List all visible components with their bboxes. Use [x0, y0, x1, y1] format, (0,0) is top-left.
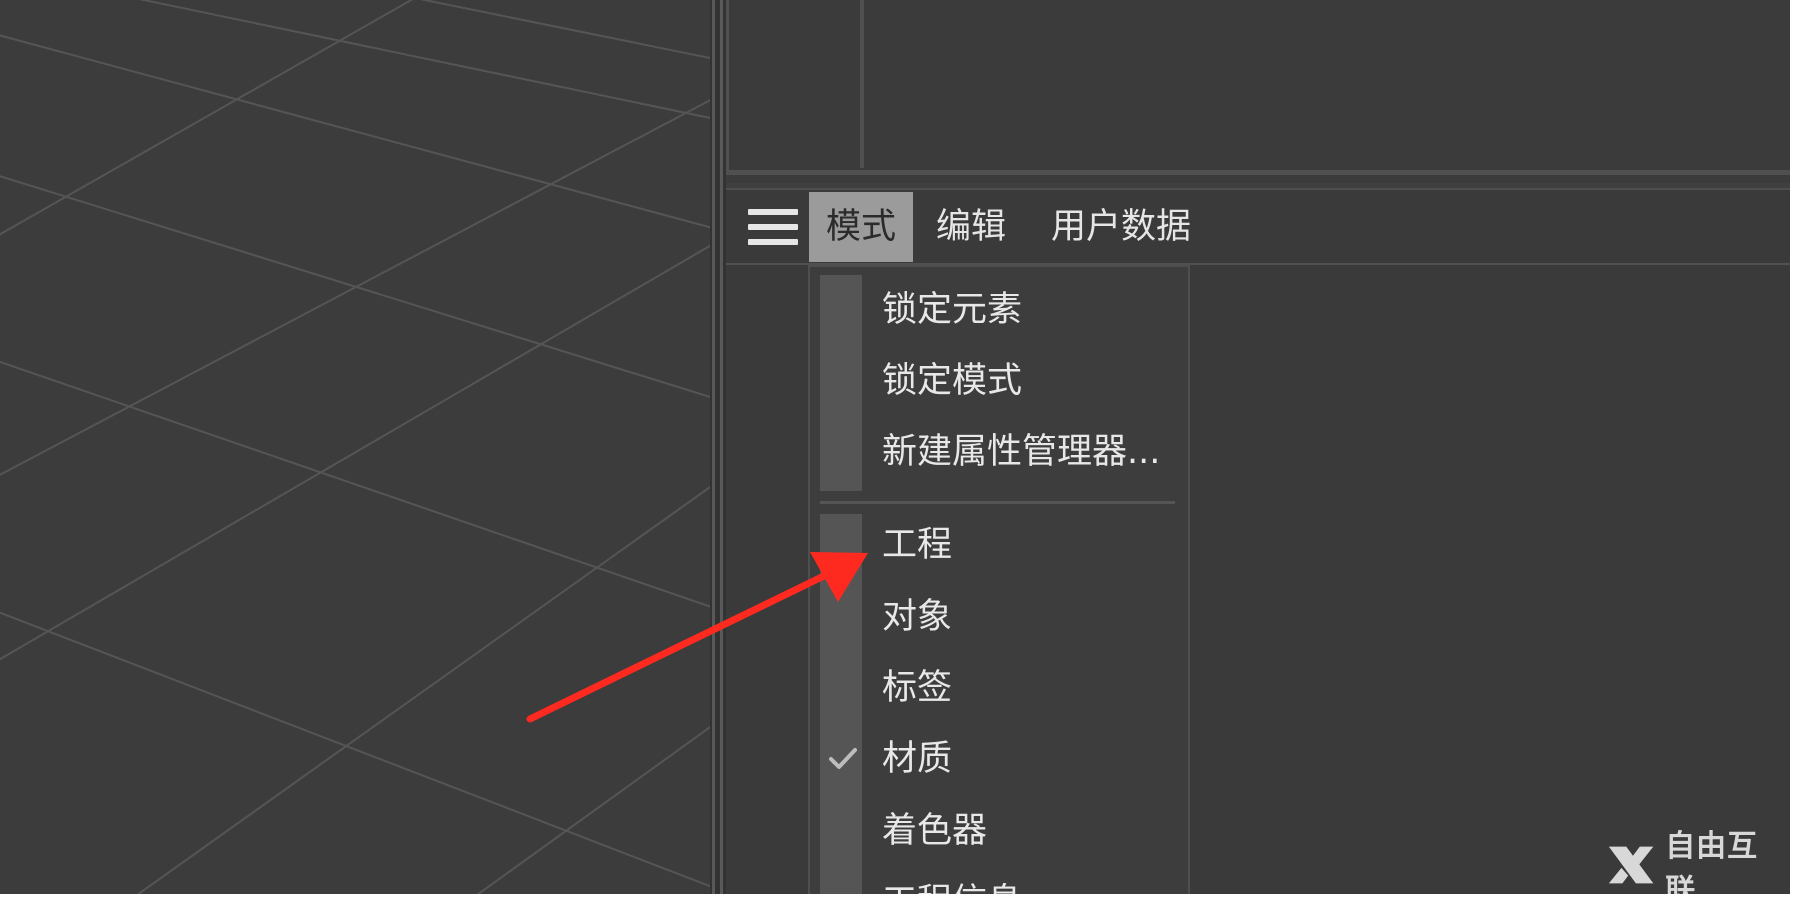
app-window: 模式 编辑 用户数据 锁定元素 锁定模式 新建属性管理器... 工程 对象 标签: [0, 0, 1801, 905]
watermark-text: 自由互联: [1665, 829, 1759, 905]
x-logo-icon: [1608, 846, 1654, 884]
red-arrow-annotation: [526, 552, 868, 723]
watermark: 自由互联: [1605, 829, 1785, 905]
